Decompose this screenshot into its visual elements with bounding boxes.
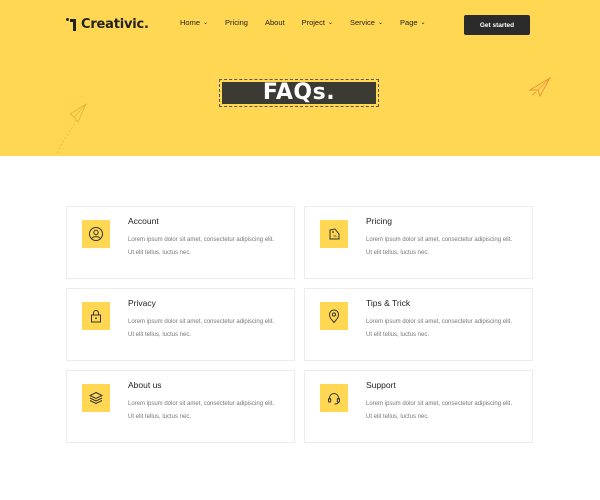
price-tag-icon: % xyxy=(320,220,348,248)
nav-item-label: Page xyxy=(400,18,418,27)
paper-plane-doodle-icon xyxy=(528,76,552,98)
main-nav: Home ⌄ Pricing About Project ⌄ Service ⌄… xyxy=(180,18,443,27)
faq-card-pricing[interactable]: % Pricing Lorem ipsum dolor sit amet, co… xyxy=(304,206,533,279)
chevron-down-icon: ⌄ xyxy=(420,19,426,26)
lock-icon xyxy=(82,302,110,330)
nav-item-page[interactable]: Page ⌄ xyxy=(400,18,426,27)
page-title: FAQs. xyxy=(262,80,336,105)
nav-item-label: Pricing xyxy=(225,18,248,27)
nav-item-label: About xyxy=(264,18,285,27)
faq-card-text: Lorem ipsum dolor sit amet, consectetur … xyxy=(366,401,513,420)
faq-card-text: Lorem ipsum dolor sit amet, consectetur … xyxy=(366,319,513,338)
faq-card-about-us[interactable]: About us Lorem ipsum dolor sit amet, con… xyxy=(66,370,295,443)
faq-card-title: Pricing xyxy=(366,216,392,226)
nav-item-project[interactable]: Project ⌄ xyxy=(302,18,333,27)
user-icon xyxy=(82,220,110,248)
nav-item-label: Service xyxy=(349,18,375,27)
page-title-frame: FAQs. xyxy=(219,79,379,107)
faq-card-tips-trick[interactable]: Tips & Trick Lorem ipsum dolor sit amet,… xyxy=(304,288,533,361)
faq-card-text: Lorem ipsum dolor sit amet, consectetur … xyxy=(128,237,275,256)
nav-item-label: Home xyxy=(180,18,201,27)
faq-card-text: Lorem ipsum dolor sit amet, consectetur … xyxy=(128,401,275,420)
faq-card-title: About us xyxy=(128,380,162,390)
chevron-down-icon: ⌄ xyxy=(203,19,209,26)
nav-item-pricing[interactable]: Pricing xyxy=(225,18,248,27)
chevron-down-icon: ⌄ xyxy=(327,19,333,26)
faq-card-title: Privacy xyxy=(128,298,156,308)
nav-item-home[interactable]: Home ⌄ xyxy=(180,18,208,27)
headset-icon xyxy=(320,384,348,412)
faq-card-title: Tips & Trick xyxy=(366,298,411,308)
map-pin-icon xyxy=(320,302,348,330)
faq-card-privacy[interactable]: Privacy Lorem ipsum dolor sit amet, cons… xyxy=(66,288,295,361)
get-started-button[interactable]: Get started xyxy=(464,15,530,35)
faq-card-title: Account xyxy=(128,216,159,226)
page-title-background: FAQs. xyxy=(222,82,376,104)
nav-item-about[interactable]: About xyxy=(265,18,285,27)
faq-card-support[interactable]: Support Lorem ipsum dolor sit amet, cons… xyxy=(304,370,533,443)
faq-card-text: Lorem ipsum dolor sit amet, consectetur … xyxy=(128,319,275,338)
svg-text:%: % xyxy=(333,234,337,239)
faq-card-account[interactable]: Account Lorem ipsum dolor sit amet, cons… xyxy=(66,206,295,279)
paper-plane-doodle-icon xyxy=(56,102,88,155)
chevron-down-icon: ⌄ xyxy=(377,19,384,26)
logo-mark-icon xyxy=(66,17,78,31)
nav-item-label: Project xyxy=(301,18,325,27)
faq-card-text: Lorem ipsum dolor sit amet, consectetur … xyxy=(366,237,513,256)
nav-item-service[interactable]: Service ⌄ xyxy=(350,18,383,27)
brand-logo[interactable]: Creativic. xyxy=(66,16,149,32)
faq-card-title: Support xyxy=(366,380,396,390)
brand-name: Creativic. xyxy=(81,16,149,32)
layers-icon xyxy=(82,384,110,412)
